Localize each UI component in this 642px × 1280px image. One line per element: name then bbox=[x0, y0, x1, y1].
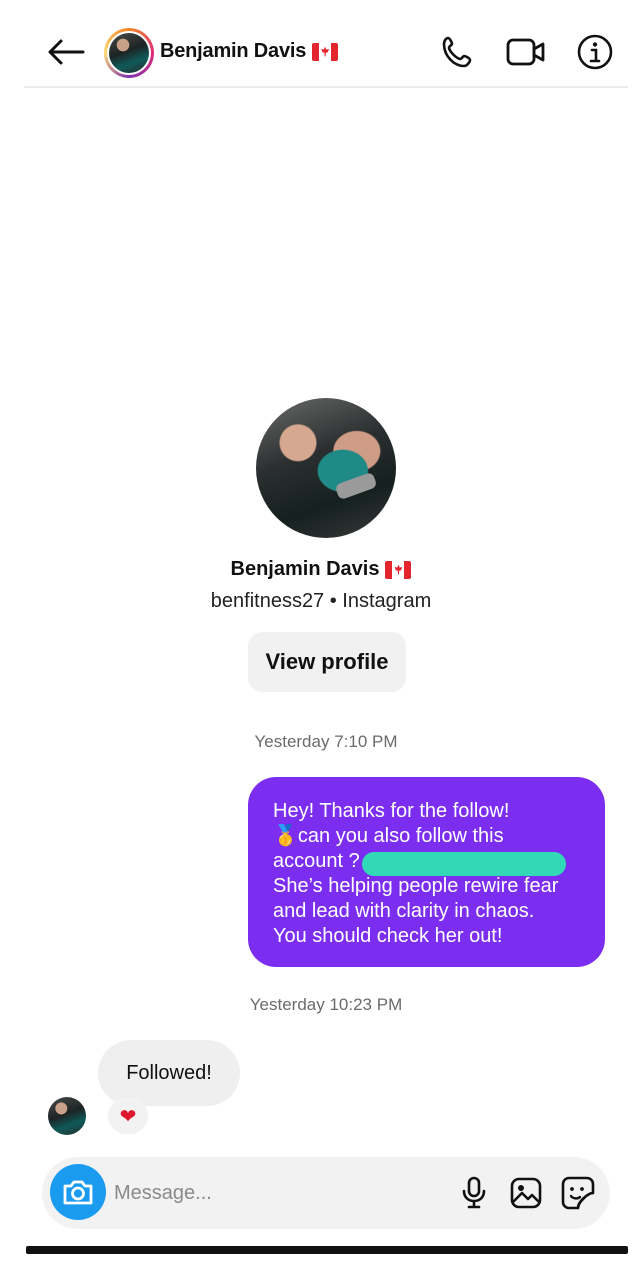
message-line: 🥇can you also follow this bbox=[273, 825, 504, 847]
profile-name: Benjamin Davis bbox=[0, 558, 642, 581]
back-arrow-icon[interactable] bbox=[44, 34, 88, 70]
view-profile-button[interactable]: View profile bbox=[248, 632, 406, 692]
contact-name-text: Benjamin Davis bbox=[160, 40, 307, 62]
message-line: Hey! Thanks for the follow! bbox=[273, 800, 510, 822]
message-line: and lead with clarity in chaos. bbox=[273, 900, 535, 922]
header-contact-name[interactable]: Benjamin Davis bbox=[160, 40, 339, 63]
video-camera-icon[interactable] bbox=[506, 32, 546, 72]
info-icon[interactable] bbox=[575, 32, 615, 72]
canada-flag-icon bbox=[385, 560, 412, 579]
message-timestamp: Yesterday 7:10 PM bbox=[254, 732, 398, 751]
home-indicator bbox=[26, 1246, 628, 1254]
canada-flag-icon bbox=[312, 42, 339, 61]
profile-name-text: Benjamin Davis bbox=[230, 558, 380, 580]
message-timestamp: Yesterday 10:23 PM bbox=[249, 995, 403, 1014]
profile-picture[interactable] bbox=[256, 398, 396, 538]
gallery-icon[interactable] bbox=[506, 1172, 546, 1214]
camera-icon[interactable] bbox=[50, 1164, 106, 1220]
sticker-icon[interactable] bbox=[558, 1172, 598, 1214]
redaction-mark bbox=[362, 852, 566, 876]
sender-avatar[interactable] bbox=[48, 1097, 86, 1135]
header-divider bbox=[24, 86, 628, 88]
medal-emoji: 🥇 bbox=[273, 825, 298, 847]
heart-reaction-icon[interactable]: ❤ bbox=[108, 1098, 148, 1134]
chat-header: Benjamin Davis bbox=[0, 0, 642, 88]
message-input[interactable] bbox=[114, 1172, 434, 1214]
microphone-icon[interactable] bbox=[454, 1172, 494, 1214]
message-line: She’s helping people rewire fear bbox=[273, 875, 559, 897]
phone-icon[interactable] bbox=[438, 32, 478, 72]
header-avatar[interactable] bbox=[104, 28, 154, 78]
incoming-message-bubble[interactable]: Followed! bbox=[98, 1040, 240, 1106]
message-line: You should check her out! bbox=[273, 925, 503, 947]
profile-subtitle: benfitness27 • Instagram bbox=[210, 590, 432, 612]
